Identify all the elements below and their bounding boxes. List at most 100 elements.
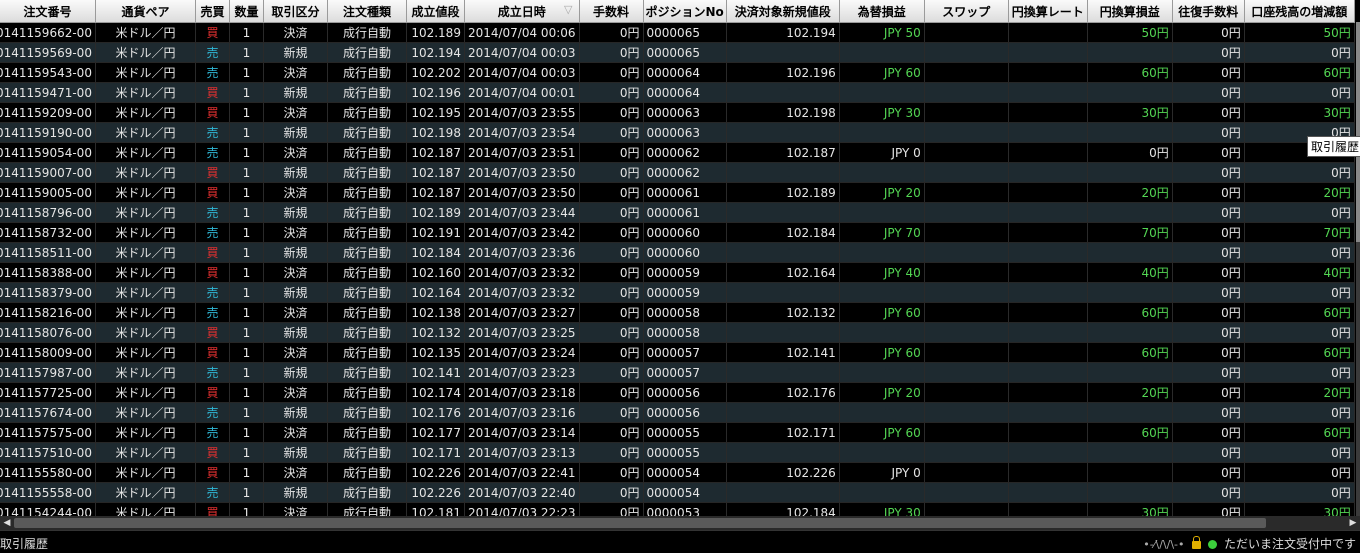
table-row[interactable]: 0141159209-00 米ドル／円 買 1 決済 成行自動 102.195 2014/07… <box>0 102 1355 123</box>
table-row[interactable]: 0141158076-00 米ドル／円 買 1 新規 成行自動 102.132 2014/07… <box>0 322 1355 343</box>
column-header[interactable]: 決済対象新規値段 <box>726 0 840 23</box>
table-row[interactable]: 0141157674-00 米ドル／円 売 1 新規 成行自動 102.176 2014/07… <box>0 402 1355 423</box>
fx-pnl-cell-text: JPY 60 <box>883 65 921 80</box>
trade-kind-cell-text: 決済 <box>283 306 308 320</box>
table-row[interactable]: 0141158796-00 米ドル／円 売 1 新規 成行自動 102.189 2014/07… <box>0 202 1355 223</box>
table-row[interactable]: 0141159005-00 米ドル／円 買 1 決済 成行自動 102.187 2014/07… <box>0 182 1355 203</box>
quantity-cell-text: 1 <box>242 325 251 340</box>
fee-cell: 0円 <box>579 402 644 423</box>
quantity-cell: 1 <box>229 262 264 283</box>
column-header[interactable]: 取引区分 <box>263 0 328 23</box>
currency-pair-cell-text: 米ドル／円 <box>115 46 176 60</box>
table-row[interactable]: 0141159662-00 米ドル／円 買 1 決済 成行自動 102.189 2014/07… <box>0 22 1355 43</box>
table-row[interactable]: 0141158009-00 米ドル／円 買 1 決済 成行自動 102.135 2014/07… <box>0 342 1355 363</box>
trade-kind-cell-text: 新規 <box>283 86 308 100</box>
column-header[interactable]: 為替損益 <box>839 0 925 23</box>
currency-pair-cell: 米ドル／円 <box>95 362 196 383</box>
vertical-scrollbar[interactable] <box>1356 22 1360 516</box>
price-cell: 102.226 <box>406 462 465 483</box>
price-cell-text: 102.174 <box>411 385 461 400</box>
fx-pnl-cell: JPY 0 <box>839 462 925 483</box>
column-header[interactable]: 売買 <box>195 0 230 23</box>
column-header[interactable]: 注文番号 <box>0 0 96 23</box>
balance-change-cell: 0円 <box>1244 82 1355 103</box>
horizontal-scrollbar[interactable]: ◀ ▶ <box>0 516 1360 530</box>
trade-kind-cell-text: 新規 <box>283 406 308 420</box>
order-type-cell-text: 成行自動 <box>342 46 391 60</box>
table-row[interactable]: 0141159569-00 米ドル／円 売 1 新規 成行自動 102.194 2014/07… <box>0 42 1355 63</box>
currency-pair-cell-text: 米ドル／円 <box>115 186 176 200</box>
order-type-cell: 成行自動 <box>327 42 407 63</box>
table-row[interactable]: 0141158732-00 米ドル／円 売 1 決済 成行自動 102.191 2014/07… <box>0 222 1355 243</box>
table-row[interactable]: 0141159007-00 米ドル／円 買 1 新規 成行自動 102.187 2014/07… <box>0 162 1355 183</box>
column-header[interactable]: 円換算損益 <box>1087 0 1173 23</box>
column-header[interactable]: 往復手数料 <box>1172 0 1245 23</box>
table-row[interactable]: 0141155558-00 米ドル／円 売 1 新規 成行自動 102.226 2014/07… <box>0 482 1355 503</box>
quantity-cell: 1 <box>229 182 264 203</box>
column-header[interactable]: 成立日時 ▽ <box>464 0 580 23</box>
vertical-scroll-thumb[interactable] <box>1356 22 1360 242</box>
position-number-cell: 0000054 <box>643 462 727 483</box>
scroll-right-arrow-icon[interactable]: ▶ <box>1346 516 1360 530</box>
position-number-cell-text: 0000060 <box>646 225 700 240</box>
target-price-cell: 102.171 <box>726 422 840 443</box>
table-row[interactable]: 0141158216-00 米ドル／円 売 1 決済 成行自動 102.138 2014/07… <box>0 302 1355 323</box>
target-price-cell <box>726 442 840 463</box>
column-header[interactable]: ポジションNo <box>643 0 727 23</box>
trade-kind-cell-text: 新規 <box>283 446 308 460</box>
table-row[interactable]: 0141158511-00 米ドル／円 買 1 新規 成行自動 102.184 2014/07… <box>0 242 1355 263</box>
fee-cell-text: 0円 <box>619 26 640 40</box>
column-header[interactable]: 口座残高の増減額 <box>1244 0 1355 23</box>
horizontal-scroll-thumb[interactable] <box>14 518 1266 528</box>
fx-pnl-cell <box>839 42 925 63</box>
table-row[interactable]: 0141157575-00 米ドル／円 売 1 決済 成行自動 102.177 2014/07… <box>0 422 1355 443</box>
side-cell-text: 買 <box>206 166 219 180</box>
fee-cell-text: 0円 <box>619 466 640 480</box>
currency-pair-cell-text: 米ドル／円 <box>115 446 176 460</box>
side-cell: 売 <box>195 482 230 503</box>
side-cell-text: 買 <box>206 26 219 40</box>
quantity-cell-text: 1 <box>242 185 251 200</box>
trade-kind-cell: 新規 <box>263 282 328 303</box>
table-row[interactable]: 0141157725-00 米ドル／円 買 1 決済 成行自動 102.174 2014/07… <box>0 382 1355 403</box>
round-trip-fee-cell: 0円 <box>1172 202 1245 223</box>
table-row[interactable]: 0141158388-00 米ドル／円 買 1 決済 成行自動 102.160 2014/07… <box>0 262 1355 283</box>
table-row[interactable]: 0141159054-00 米ドル／円 売 1 決済 成行自動 102.187 2014/07… <box>0 142 1355 163</box>
quantity-cell-text: 1 <box>242 25 251 40</box>
position-number-cell: 0000060 <box>643 222 727 243</box>
round-trip-fee-cell-text: 0円 <box>1221 326 1241 340</box>
datetime-cell: 2014/07/04 00:01 <box>464 82 580 103</box>
currency-pair-cell: 米ドル／円 <box>95 102 196 123</box>
trade-kind-cell: 決済 <box>263 182 328 203</box>
column-header[interactable]: 通貨ペア <box>95 0 196 23</box>
column-header[interactable]: 手数料 <box>579 0 644 23</box>
scroll-left-arrow-icon[interactable]: ◀ <box>0 516 14 530</box>
position-number-cell: 0000054 <box>643 482 727 503</box>
yen-rate-cell <box>1008 202 1088 223</box>
round-trip-fee-cell-text: 0円 <box>1221 166 1241 180</box>
table-row[interactable]: 0141157987-00 米ドル／円 売 1 新規 成行自動 102.141 2014/07… <box>0 362 1355 383</box>
table-row[interactable]: 0141159543-00 米ドル／円 売 1 決済 成行自動 102.202 2014/07… <box>0 62 1355 83</box>
table-header-row: 注文番号 通貨ペア 売買 数量 取引区分 注文種類 成立値段 成立日時 ▽ 手数料 ポジションNo 決… <box>0 0 1355 23</box>
table-row[interactable]: 0141157510-00 米ドル／円 買 1 新規 成行自動 102.171 2014/07… <box>0 442 1355 463</box>
datetime-cell-text: 2014/07/04 00:01 <box>467 85 576 100</box>
column-header[interactable]: 注文種類 <box>327 0 407 23</box>
position-number-cell: 0000065 <box>643 42 727 63</box>
trade-kind-cell-text: 決済 <box>283 66 308 80</box>
yen-pnl-cell: 30円 <box>1087 102 1173 123</box>
column-header[interactable]: 円換算レート <box>1008 0 1088 23</box>
column-header[interactable]: スワップ <box>924 0 1009 23</box>
table-row[interactable]: 0141159190-00 米ドル／円 売 1 新規 成行自動 102.198 2014/07… <box>0 122 1355 143</box>
fee-cell: 0円 <box>579 122 644 143</box>
order-number-cell-text: 0141158511-00 <box>0 245 92 260</box>
connection-wave-icon: •-⁄\/\/\-• <box>1143 538 1185 551</box>
column-header[interactable]: 数量 <box>229 0 264 23</box>
table-row[interactable]: 0141158379-00 米ドル／円 売 1 新規 成行自動 102.164 2014/07… <box>0 282 1355 303</box>
table-row[interactable]: 0141159471-00 米ドル／円 買 1 新規 成行自動 102.196 2014/07… <box>0 82 1355 103</box>
datetime-cell-text: 2014/07/03 23:14 <box>467 425 576 440</box>
yen-rate-cell <box>1008 262 1088 283</box>
column-header[interactable]: 成立値段 <box>406 0 465 23</box>
yen-rate-cell <box>1008 322 1088 343</box>
price-cell-text: 102.164 <box>411 285 461 300</box>
table-row[interactable]: 0141155580-00 米ドル／円 買 1 決済 成行自動 102.226 2014/07… <box>0 462 1355 483</box>
